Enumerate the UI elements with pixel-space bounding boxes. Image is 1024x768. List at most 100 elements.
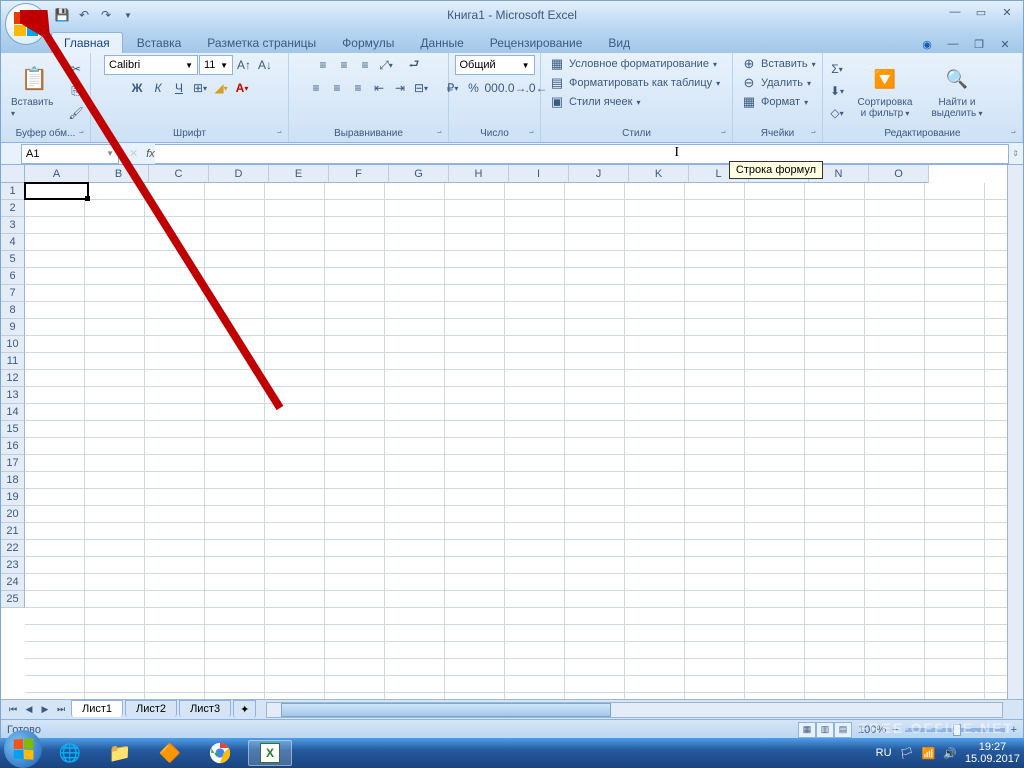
col-header-I[interactable]: I (509, 165, 569, 183)
row-header-14[interactable]: 14 (1, 404, 25, 421)
row-header-22[interactable]: 22 (1, 540, 25, 557)
italic-button[interactable]: К (148, 78, 168, 98)
copy-icon[interactable]: ⎘ (66, 81, 86, 101)
align-bottom-icon[interactable]: ≡ (355, 55, 375, 75)
autosum-icon[interactable]: Σ (827, 59, 847, 79)
tab-view[interactable]: Вид (596, 33, 642, 53)
col-header-H[interactable]: H (449, 165, 509, 183)
row-header-17[interactable]: 17 (1, 455, 25, 472)
doc-restore-button[interactable]: ❐ (967, 35, 991, 53)
horizontal-scrollbar[interactable] (266, 702, 1003, 718)
new-sheet-button[interactable]: ✦ (233, 700, 256, 718)
col-header-K[interactable]: K (629, 165, 689, 183)
row-header-21[interactable]: 21 (1, 523, 25, 540)
sheet-nav-next-icon[interactable]: ▶ (37, 702, 53, 718)
tray-lang[interactable]: RU (876, 747, 892, 759)
name-box[interactable]: A1▼ (21, 144, 119, 164)
row-header-3[interactable]: 3 (1, 217, 25, 234)
col-header-C[interactable]: C (149, 165, 209, 183)
col-header-F[interactable]: F (329, 165, 389, 183)
row-header-11[interactable]: 11 (1, 353, 25, 370)
increase-indent-icon[interactable]: ⇥ (390, 78, 410, 98)
col-header-O[interactable]: O (869, 165, 929, 183)
align-right-icon[interactable]: ≡ (348, 78, 368, 98)
sheet-tab-2[interactable]: Лист2 (125, 700, 177, 717)
percent-icon[interactable]: % (464, 78, 484, 98)
row-header-5[interactable]: 5 (1, 251, 25, 268)
taskbar-excel-icon[interactable]: X (248, 740, 292, 766)
col-header-E[interactable]: E (269, 165, 329, 183)
increase-decimal-icon[interactable]: .0→ (506, 78, 526, 98)
sheet-tab-3[interactable]: Лист3 (179, 700, 231, 717)
merge-icon[interactable]: ⊟ (411, 78, 431, 98)
col-header-B[interactable]: B (89, 165, 149, 183)
row-header-2[interactable]: 2 (1, 200, 25, 217)
taskbar-media-icon[interactable]: 🔶 (148, 740, 192, 766)
tray-flag-icon[interactable]: 🏳 (900, 747, 914, 760)
redo-icon[interactable]: ↷ (97, 6, 115, 24)
doc-minimize-button[interactable]: ― (941, 35, 965, 53)
underline-button[interactable]: Ч (169, 78, 189, 98)
col-header-A[interactable]: A (25, 165, 89, 183)
help-icon[interactable]: ◉ (915, 35, 939, 53)
tab-review[interactable]: Рецензирование (478, 33, 595, 53)
fill-color-icon[interactable]: ◢ (211, 78, 231, 98)
page-layout-view-icon[interactable]: ▥ (816, 722, 834, 738)
normal-view-icon[interactable]: ▦ (798, 722, 816, 738)
vertical-scrollbar[interactable] (1007, 165, 1023, 699)
save-icon[interactable]: 💾 (53, 6, 71, 24)
maximize-button[interactable]: ▭ (969, 3, 993, 21)
minimize-button[interactable]: ― (943, 3, 967, 21)
tab-layout[interactable]: Разметка страницы (195, 33, 328, 53)
fill-icon[interactable]: ⬇ (827, 81, 847, 101)
office-button[interactable] (5, 3, 47, 45)
tray-network-icon[interactable]: 📶 (922, 747, 936, 760)
format-cells-button[interactable]: ▦Формат (737, 93, 812, 111)
tray-sound-icon[interactable]: 🔊 (943, 747, 957, 760)
start-button[interactable] (4, 730, 42, 768)
wrap-text-icon[interactable]: ⮐ (404, 55, 424, 75)
delete-cells-button[interactable]: ⊖Удалить (737, 74, 815, 92)
font-name-combo[interactable]: Calibri▼ (104, 55, 198, 75)
row-header-6[interactable]: 6 (1, 268, 25, 285)
align-left-icon[interactable]: ≡ (306, 78, 326, 98)
sort-filter-button[interactable]: 🔽 Сортировка и фильтр (849, 61, 921, 121)
row-header-23[interactable]: 23 (1, 557, 25, 574)
row-header-24[interactable]: 24 (1, 574, 25, 591)
tab-insert[interactable]: Вставка (125, 33, 194, 53)
fx-button[interactable]: fx (146, 148, 155, 160)
taskbar-explorer-icon[interactable]: 📁 (98, 740, 142, 766)
taskbar-ie-icon[interactable]: 🌐 (48, 740, 92, 766)
sheet-nav-prev-icon[interactable]: ◀ (21, 702, 37, 718)
sheet-nav-first-icon[interactable]: ⏮ (5, 702, 21, 718)
border-icon[interactable]: ⊞ (190, 78, 210, 98)
tab-data[interactable]: Данные (408, 33, 475, 53)
row-header-10[interactable]: 10 (1, 336, 25, 353)
insert-cells-button[interactable]: ⊕Вставить (737, 55, 820, 73)
col-header-G[interactable]: G (389, 165, 449, 183)
grow-font-icon[interactable]: A↑ (234, 55, 254, 75)
paste-button[interactable]: 📋 Вставить (5, 61, 64, 121)
orientation-icon[interactable]: ⤢ (376, 55, 396, 75)
currency-icon[interactable]: ₽ (443, 78, 463, 98)
sheet-nav-last-icon[interactable]: ⏭ (53, 702, 69, 718)
conditional-format-button[interactable]: ▦Условное форматирование (545, 55, 721, 73)
active-cell[interactable] (24, 182, 89, 200)
find-select-button[interactable]: 🔍 Найти и выделить (923, 61, 991, 121)
qat-dropdown-icon[interactable]: ▼ (119, 6, 137, 24)
row-header-19[interactable]: 19 (1, 489, 25, 506)
align-center-icon[interactable]: ≡ (327, 78, 347, 98)
font-size-combo[interactable]: 11▼ (199, 55, 233, 75)
taskbar-chrome-icon[interactable] (198, 740, 242, 766)
row-header-25[interactable]: 25 (1, 591, 25, 608)
col-header-J[interactable]: J (569, 165, 629, 183)
format-as-table-button[interactable]: ▤Форматировать как таблицу (545, 74, 724, 92)
sheet-tab-1[interactable]: Лист1 (71, 700, 123, 717)
comma-icon[interactable]: 000 (485, 78, 505, 98)
cells-area[interactable] (25, 183, 1007, 699)
select-all-corner[interactable] (1, 165, 25, 183)
row-header-8[interactable]: 8 (1, 302, 25, 319)
format-painter-icon[interactable]: 🖌 (66, 103, 86, 123)
row-header-1[interactable]: 1 (1, 183, 25, 200)
align-top-icon[interactable]: ≡ (313, 55, 333, 75)
